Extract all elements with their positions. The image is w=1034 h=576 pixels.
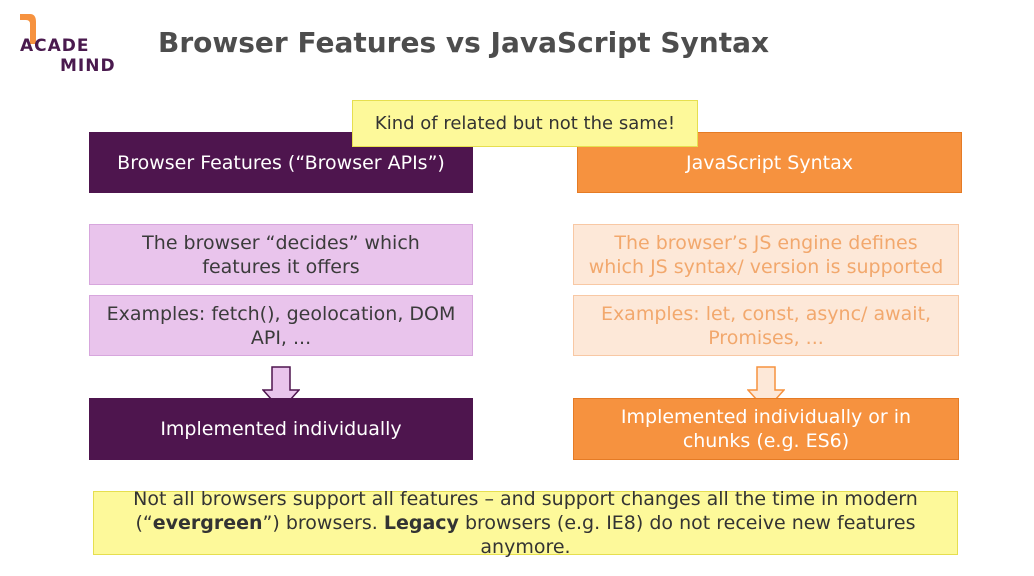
left-examples: Examples: fetch(), geolocation, DOM API,… — [89, 295, 473, 356]
right-result: Implemented individually or in chunks (e… — [573, 398, 959, 460]
footer-bold-evergreen: evergreen — [152, 512, 263, 534]
right-examples: Examples: let, const, async/ await, Prom… — [573, 295, 959, 356]
footer-bold-legacy: Legacy — [383, 512, 459, 534]
left-description: The browser “decides” which features it … — [89, 224, 473, 285]
footer-text: Not all browsers support all features – … — [104, 487, 947, 559]
left-result: Implemented individually — [89, 398, 473, 460]
callout-note: Kind of related but not the same! — [352, 100, 698, 147]
logo-line-2: MIND — [60, 56, 116, 76]
footer-note: Not all browsers support all features – … — [93, 488, 958, 558]
footer-text-part3: browsers (e.g. IE8) do not receive new f… — [458, 512, 916, 558]
footer-text-part2: ”) browsers. — [262, 512, 384, 534]
right-description: The browser’s JS engine defines which JS… — [573, 224, 959, 285]
page-title: Browser Features vs JavaScript Syntax — [158, 26, 770, 59]
logo-line-1: ACADE — [20, 36, 90, 56]
logo: ACADE MIND — [18, 14, 118, 78]
